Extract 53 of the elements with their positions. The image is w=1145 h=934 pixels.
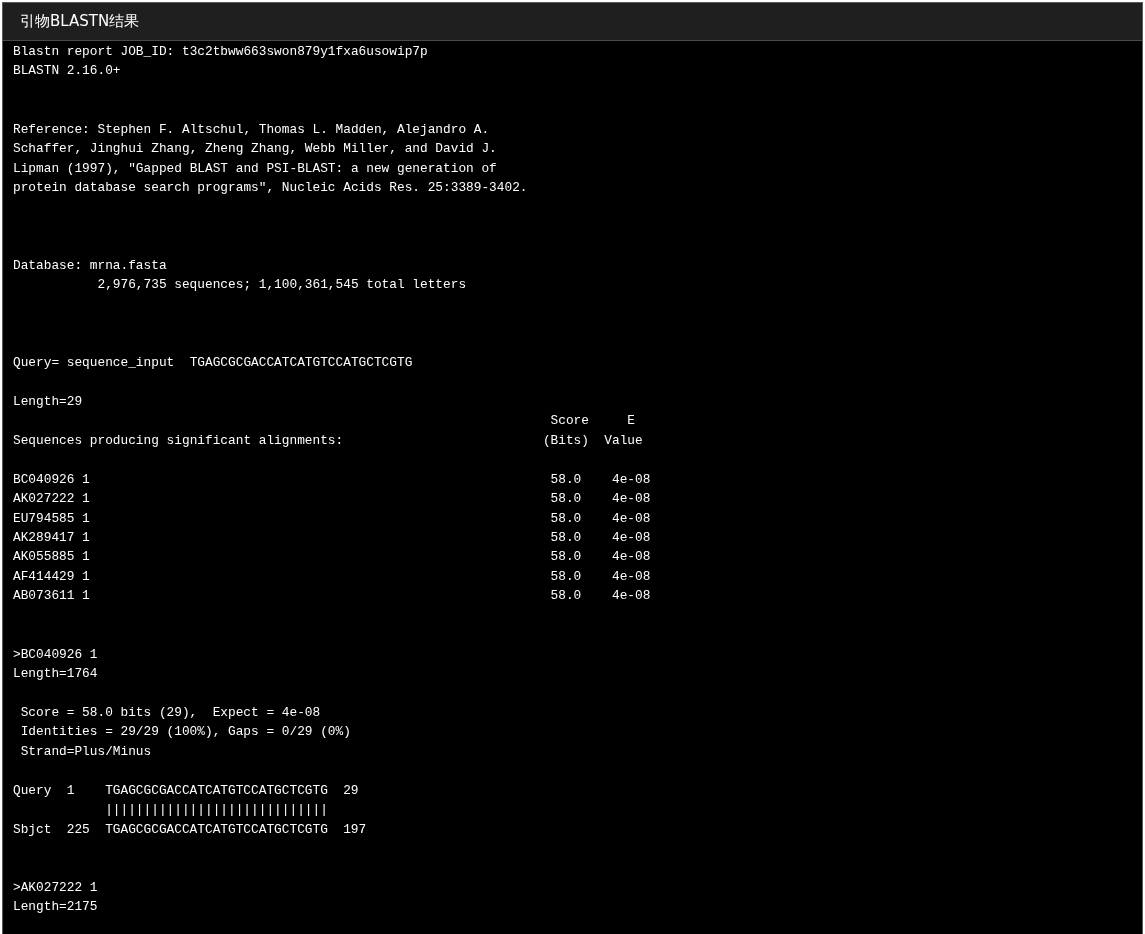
match-line: ||||||||||||||||||||||||||||| [105,801,328,820]
reference-line: Lipman (1997), "Gapped BLAST and PSI-BLAST: a new generation of [13,160,497,176]
query-sequence: TGAGCGCGACCATCATGTCCATGCTCGTG [105,781,328,800]
score-cell-text: 58.0 [550,587,582,606]
subject-length: Length=2175 [13,899,98,915]
score-cell-text: 58.0 [550,567,582,586]
alignment-title: >AK027222 1 [13,879,98,895]
sequence-id: AK289417 1 [13,528,90,547]
column-header: Score [549,412,589,431]
table-title: Sequences producing significant alignments: [13,431,344,450]
sequence-id: AK027222 1 [13,490,90,509]
panel-title: 引物BLASTN结果 [20,12,140,31]
alignment-stats: Score = 58.0 bits (29), Expect = 4e-08 [20,704,321,720]
subject-length: Length=1764 [13,666,98,681]
evalue-cell-text: 4e-08 [611,587,651,606]
column-header: E [627,412,635,431]
database-stats: 2,976,735 sequences; 1,100,361,545 total letters [97,277,467,293]
column-header: Value [604,431,643,450]
alignment-label: Query [13,781,52,800]
reference-line: Reference: Stephen F. Altschul, Thomas L. Madden, Alejandro A. [13,121,490,137]
query-line: Query= sequence_input TGAGCGCGACCATCATGTCCATGCTCGTG [13,355,413,370]
score-cell-text: 58.0 [550,509,582,528]
database-line: Database: mrna.fasta [13,257,167,273]
evalue-cell-text: 4e-08 [611,567,651,586]
alignment-position: 197 [343,820,367,839]
query-length: Length=29 [13,393,83,409]
evalue-cell-text: 4e-08 [611,490,651,509]
score-cell-text: 58.0 [550,548,582,567]
evalue-cell-text: 4e-08 [611,548,651,567]
reference-line: protein database search programs", Nucleic Acids Res. 25:3389-3402. [13,180,528,196]
sequence-id: AF414429 1 [13,567,90,586]
reference-line: Schaffer, Jinghui Zhang, Zheng Zhang, Webb Miller, and David J. [13,141,497,157]
subject-sequence: TGAGCGCGACCATCATGTCCATGCTCGTG [105,820,328,839]
version-line: BLASTN 2.16.0+ [13,63,121,79]
alignment-label: Sbjct [13,820,52,839]
score-cell-text: 58.0 [550,528,582,547]
sequence-id: AK055885 1 [13,548,90,567]
alignment-stats: Strand=Plus/Minus [20,743,152,759]
alignment-position: 1 [66,781,75,800]
job-id-line: Blastn report JOB_ID: t3c2tbww663swon879y1fxa6usowip7p [13,44,428,59]
evalue-cell-text: 4e-08 [611,509,651,528]
column-header: (Bits) [542,431,589,450]
alignment-position: 29 [343,781,359,800]
score-cell-text: 58.0 [550,470,582,489]
evalue-cell-text: 4e-08 [611,470,651,489]
sequence-id: EU794585 1 [13,509,90,528]
score-cell-text: 58.0 [550,490,582,509]
alignment-position: 225 [66,820,90,839]
alignment-stats: Identities = 29/29 (100%), Gaps = 0/29 (0%) [20,724,351,740]
sequence-id: AB073611 1 [13,587,90,606]
sequence-id: BC040926 1 [13,470,90,489]
evalue-cell-text: 4e-08 [611,528,651,547]
alignment-title: >BC040926 1 [13,646,98,662]
